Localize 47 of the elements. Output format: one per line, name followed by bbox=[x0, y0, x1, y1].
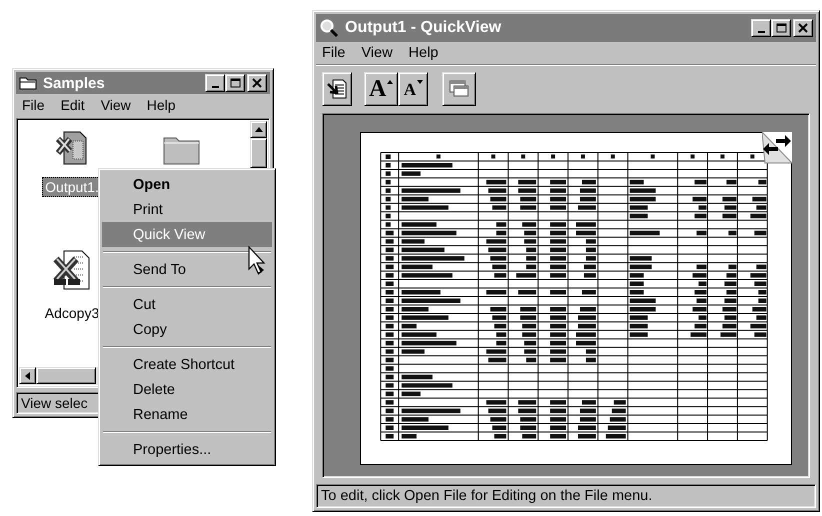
window-title: Output1 - QuickView bbox=[345, 19, 502, 37]
maximize-button[interactable] bbox=[771, 19, 791, 37]
menu-item[interactable]: File bbox=[316, 44, 352, 62]
minimize-icon bbox=[212, 86, 218, 88]
menu-item[interactable]: Copy bbox=[102, 317, 272, 342]
maximize-icon bbox=[230, 78, 240, 88]
menu-item[interactable]: Quick View bbox=[102, 222, 272, 247]
document-file-icon bbox=[52, 249, 92, 291]
caret-down-icon bbox=[416, 80, 423, 84]
left-arrow-icon bbox=[25, 372, 30, 380]
minimize-button[interactable] bbox=[751, 19, 771, 37]
up-arrow-icon bbox=[254, 127, 262, 132]
landscape-button[interactable] bbox=[442, 72, 476, 106]
minimize-button[interactable] bbox=[205, 74, 225, 92]
close-button[interactable] bbox=[247, 74, 267, 92]
font-larger-button[interactable]: A bbox=[364, 72, 398, 106]
magnifier-icon bbox=[319, 18, 339, 38]
menu-item[interactable]: Help bbox=[402, 44, 444, 62]
close-icon bbox=[798, 23, 808, 33]
menu-item[interactable]: View bbox=[355, 44, 399, 62]
maximize-icon bbox=[776, 23, 786, 33]
font-smaller-button[interactable]: A bbox=[398, 72, 428, 106]
menu-item[interactable]: File bbox=[16, 96, 51, 114]
menu-item[interactable]: Print bbox=[102, 197, 272, 222]
cursor-icon bbox=[248, 246, 268, 276]
document-arrow-icon bbox=[326, 78, 348, 100]
scrollbar-thumb[interactable] bbox=[36, 367, 96, 384]
close-icon bbox=[252, 78, 262, 88]
menu-item[interactable]: Cut bbox=[102, 292, 272, 317]
menu-item[interactable]: Help bbox=[140, 96, 182, 114]
windows-icon bbox=[448, 79, 470, 99]
status-bar: To edit, click Open File for Editing on the File menu. bbox=[316, 484, 816, 508]
close-button[interactable] bbox=[793, 19, 813, 37]
window-title: Samples bbox=[43, 74, 106, 92]
file-name[interactable]: Adcopy3 bbox=[42, 303, 102, 323]
menu-item[interactable]: Create Shortcut bbox=[102, 352, 272, 377]
maximize-button[interactable] bbox=[225, 74, 245, 92]
folder-icon bbox=[19, 76, 37, 90]
menu-item[interactable]: View bbox=[94, 96, 137, 114]
menu-item[interactable]: Edit bbox=[54, 96, 91, 114]
scrollbar-thumb[interactable] bbox=[250, 138, 267, 168]
menu-item[interactable]: Properties... bbox=[102, 437, 272, 462]
menu-item[interactable]: Open bbox=[102, 172, 272, 197]
minimize-icon bbox=[758, 30, 764, 32]
caret-up-icon bbox=[387, 80, 394, 84]
sheet-file-icon bbox=[56, 131, 88, 165]
open-file-button[interactable] bbox=[322, 72, 352, 106]
